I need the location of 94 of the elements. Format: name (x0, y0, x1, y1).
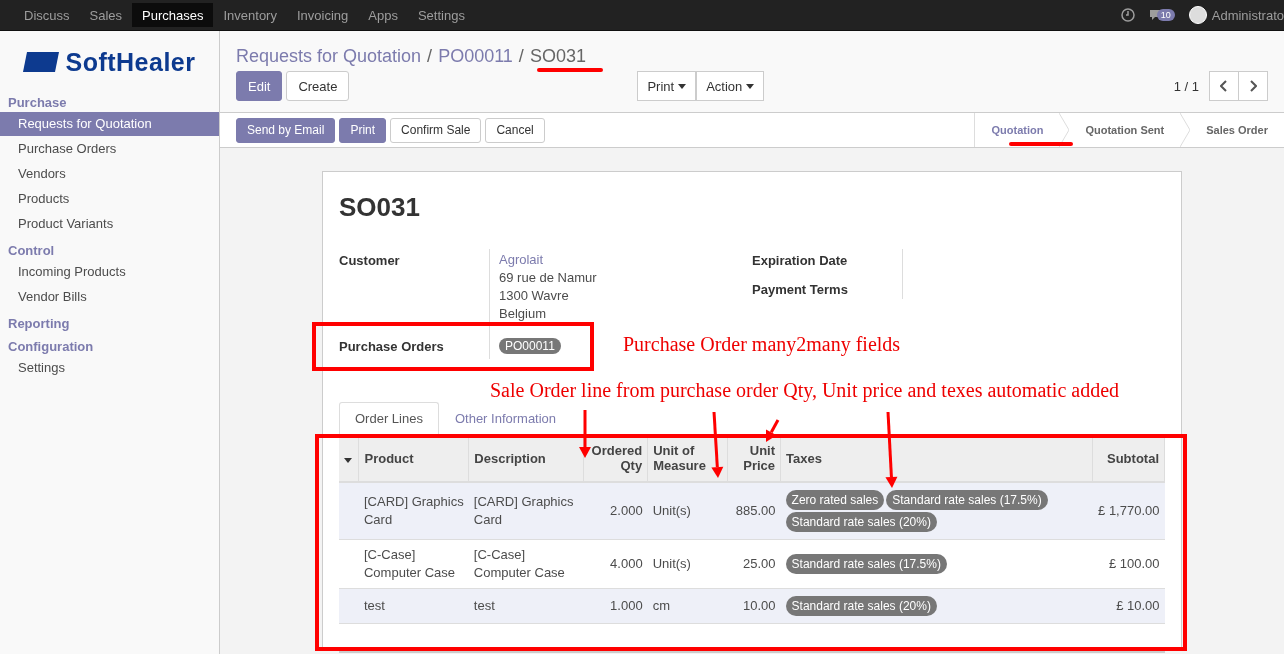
annotation-text: Sale Order line from purchase order Qty, Unit price and texes automatic added (490, 380, 1120, 400)
chevron-divider-icon (1059, 113, 1070, 147)
table-cell: test (468, 588, 584, 624)
sidebar-section-title: Purchase (7, 94, 68, 112)
table-cell: 1.000 (583, 588, 648, 624)
chevron-divider-icon (1180, 113, 1191, 147)
tax-tag: Standard rate sales (20%) (785, 596, 937, 616)
header-button[interactable]: Cancel (485, 117, 545, 143)
sidebar-item[interactable]: Settings (0, 356, 219, 380)
sidebar-section-title: Control (7, 242, 56, 260)
address-line: Belgium (499, 305, 547, 323)
breadcrumb-separator: / (518, 45, 524, 67)
annotation-underline (1009, 142, 1073, 146)
top-menu-item[interactable]: Settings (407, 3, 475, 27)
sidebar-item[interactable]: Products (0, 187, 219, 211)
dropdown-button[interactable]: Print (637, 71, 697, 101)
table-cell: 4.000 (583, 539, 648, 589)
table-cell: Unit(s) (647, 482, 728, 540)
field-label: Purchase Orders (339, 338, 445, 356)
address-line: 69 rue de Namur (499, 269, 598, 287)
status-step[interactable]: Quotation Sent (1069, 113, 1181, 147)
next-button[interactable] (1238, 71, 1268, 101)
top-menu-item[interactable]: Discuss (14, 3, 80, 27)
top-menu-item[interactable]: Purchases (132, 3, 214, 27)
clock-icon[interactable] (1120, 8, 1135, 22)
table-cell: £ 1,770.00 (1092, 482, 1165, 540)
sidebar-item[interactable]: Vendor Bills (0, 285, 219, 309)
sidebar-item[interactable]: Requests for Quotation (0, 112, 219, 136)
pager-value: 1 / 1 (1173, 78, 1199, 94)
address-line: 1300 Wavre (499, 287, 570, 305)
dropdown-button[interactable]: Action (696, 71, 765, 101)
table-cell: 25.00 (727, 539, 781, 589)
sidebar-item[interactable]: Product Variants (0, 212, 219, 236)
header-button[interactable]: Confirm Sale (390, 117, 482, 143)
header-button[interactable]: Print (339, 117, 387, 143)
annotation-arrow (711, 411, 724, 478)
previous-button[interactable] (1209, 71, 1239, 101)
table-cell: Unit(s) (647, 539, 728, 589)
table-cell: £ 10.00 (1092, 588, 1165, 624)
sidebar-item[interactable]: Vendors (0, 162, 219, 186)
annotation-text: Purchase Order many2many fields (623, 334, 901, 354)
toolbar-button[interactable]: Edit (236, 71, 283, 101)
tax-tag: Standard rate sales (17.5%) (886, 490, 1048, 510)
chevron-left-icon (1220, 80, 1228, 92)
chevron-right-icon (1249, 80, 1257, 92)
table-cell: [CARD] Graphics Card (468, 482, 584, 540)
table-cell: [CARD] Graphics Card (359, 482, 469, 540)
top-menu-item[interactable]: Inventory (213, 3, 287, 27)
table-cell: 10.00 (727, 588, 781, 624)
sidebar-section-title: Reporting (7, 315, 71, 333)
user-menu[interactable]: Administrato (1188, 6, 1284, 24)
table-cell: [C-Case] Computer Case (359, 539, 469, 589)
annotation-arrow (579, 410, 591, 458)
top-menu-item[interactable]: Apps (358, 3, 408, 27)
field-label: Payment Terms (752, 282, 849, 297)
breadcrumb[interactable]: SO031 (529, 45, 586, 67)
top-menu-item[interactable]: Invoicing (286, 3, 359, 27)
top-menu-item[interactable]: Sales (79, 3, 133, 27)
breadcrumb[interactable]: Requests for Quotation (236, 45, 422, 67)
tax-tag: Standard rate sales (20%) (785, 512, 937, 532)
logo-mark-icon (23, 52, 60, 72)
annotation-arrow (766, 419, 780, 442)
tax-tag: Zero rated sales (785, 490, 885, 510)
customer-link[interactable]: Agrolait (499, 251, 743, 269)
status-step[interactable]: Quotation (975, 113, 1060, 147)
tab[interactable]: Order Lines (339, 402, 439, 435)
avatar-icon (1188, 6, 1207, 24)
sidebar-item[interactable]: Purchase Orders (0, 137, 219, 161)
breadcrumb[interactable]: PO00011 (438, 45, 513, 67)
purchase-order-tag[interactable]: PO00011 (499, 338, 561, 354)
caret-icon (678, 83, 687, 89)
toolbar-button[interactable]: Create (286, 71, 350, 101)
logo-text: SoftHealer (65, 47, 196, 77)
table-cell: 2.000 (583, 482, 648, 540)
table-cell: test (359, 588, 469, 624)
sidebar-item[interactable]: Incoming Products (0, 260, 219, 284)
column-header[interactable]: Taxes (780, 435, 1093, 482)
tax-tag: Standard rate sales (17.5%) (785, 554, 947, 574)
caret-icon (746, 83, 755, 89)
message-count-badge: 10 (1156, 9, 1175, 21)
table-cell: 885.00 (727, 482, 781, 540)
caret-icon (344, 457, 352, 463)
breadcrumb-separator: / (427, 45, 433, 67)
header-button[interactable]: Send by Email (236, 117, 336, 143)
field-label: Customer (339, 252, 401, 270)
table-cell: [C-Case] Computer Case (468, 539, 584, 589)
record-title: SO031 (339, 192, 421, 223)
column-header[interactable]: Product (359, 435, 469, 482)
field-label: Expiration Date (752, 253, 849, 268)
sidebar-section-title: Configuration (7, 338, 95, 356)
status-step[interactable]: Sales Order (1190, 113, 1284, 147)
annotation-underline (537, 68, 603, 72)
table-cell: £ 100.00 (1092, 539, 1165, 589)
table-cell: cm (647, 588, 728, 624)
